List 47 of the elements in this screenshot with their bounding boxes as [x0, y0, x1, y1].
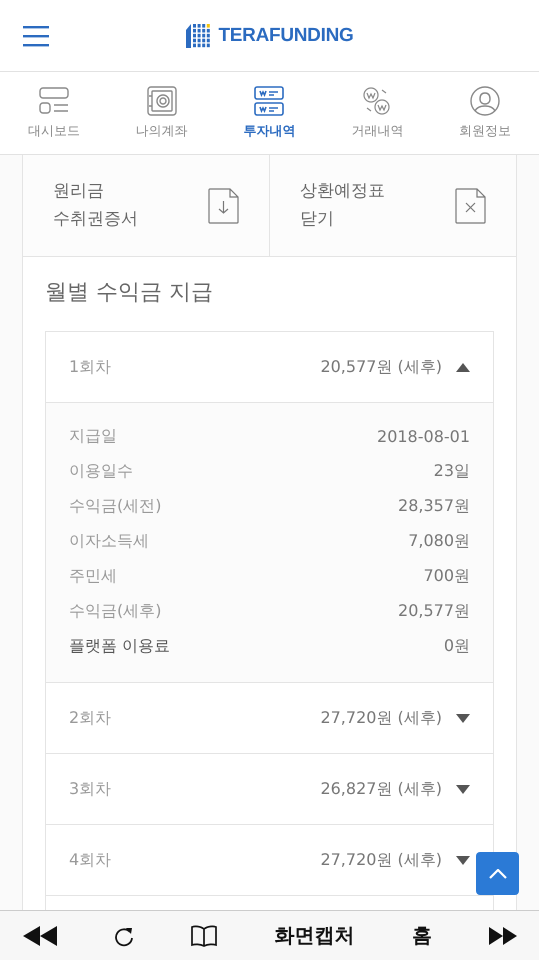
nav-tab[interactable]: 대시보드	[0, 72, 108, 154]
document-button[interactable]: 원리금 수취권증서	[23, 155, 269, 256]
detail-value: 0원	[444, 636, 470, 657]
detail-value: 7,080원	[408, 531, 470, 552]
payment-row[interactable]: 4회차 27,720원 (세후)	[69, 825, 470, 895]
payment-row[interactable]: 3회차 26,827원 (세후)	[69, 754, 470, 824]
scroll-top-button[interactable]	[476, 852, 519, 895]
document-button[interactable]: 상환예정표 닫기	[269, 155, 516, 256]
caret-down-icon	[456, 784, 470, 794]
detail-value: 28,357원	[398, 496, 470, 517]
fast-forward-icon[interactable]	[488, 926, 517, 944]
detail-label: 주민세	[69, 566, 117, 587]
nav-tab[interactable]: 나의계좌	[108, 72, 216, 154]
payment-row[interactable]: 2회차 27,720원 (세후)	[69, 683, 470, 753]
caret-down-icon	[456, 714, 470, 722]
dashboard-icon	[38, 86, 69, 116]
building-logo-icon	[186, 24, 210, 48]
caret-down-icon	[456, 856, 470, 864]
detail-label: 수익금(세전)	[69, 496, 162, 517]
close-file-icon	[455, 188, 486, 224]
rewind-icon[interactable]	[23, 926, 57, 946]
nav-tab[interactable]: 회원정보	[431, 72, 539, 154]
menu-icon[interactable]	[23, 25, 49, 47]
detail-value: 23일	[434, 461, 470, 482]
download-file-icon	[208, 188, 239, 224]
currency-exchange-icon	[362, 86, 392, 116]
detail-label: 이자소득세	[69, 531, 149, 552]
logo-text[interactable]: TERAFUNDING	[218, 24, 354, 46]
payment-row[interactable]: 1회차 20,577원 (세후)	[69, 332, 470, 402]
bill-list-icon	[254, 86, 284, 116]
nav-tab[interactable]: 투자내역	[216, 72, 324, 154]
detail-label: 지급일	[69, 426, 117, 447]
screen-capture-button[interactable]: 화면캡처	[274, 922, 355, 949]
detail-label: 수익금(세후)	[69, 601, 162, 622]
nav-tab[interactable]: 거래내역	[323, 72, 432, 154]
home-button[interactable]: 홈	[412, 922, 432, 949]
detail-value: 2018-08-01	[377, 427, 470, 446]
detail-label: 이용일수	[69, 461, 133, 482]
detail-value: 700원	[423, 566, 470, 587]
section-title: 월별 수익금 지급	[45, 279, 214, 307]
user-icon	[470, 86, 500, 116]
book-icon[interactable]	[191, 924, 218, 946]
caret-up-icon	[456, 362, 470, 372]
detail-label: 플랫폼 이용료	[69, 636, 170, 657]
detail-value: 20,577원	[398, 601, 470, 622]
safe-icon	[146, 86, 177, 116]
chevron-up-icon	[488, 868, 506, 878]
